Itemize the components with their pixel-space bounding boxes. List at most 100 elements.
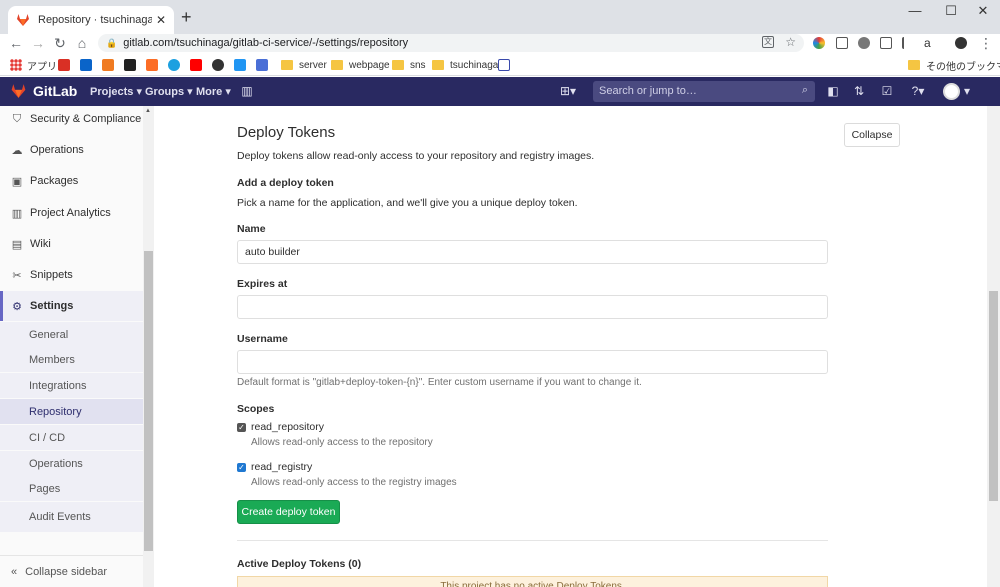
bookmark-folder-other[interactable]: その他のブックマーク <box>908 58 1000 73</box>
bookmarks-bar: アプリ server webpage sns tsuchinaga その他のブッ… <box>0 54 1000 76</box>
back-button[interactable]: ← <box>8 35 24 51</box>
collapse-sidebar-label: Collapse sidebar <box>25 565 108 578</box>
collapse-button[interactable]: Collapse <box>844 123 900 147</box>
bookmark-folder-sns[interactable]: sns <box>392 58 426 72</box>
browser-menu-icon[interactable]: ⋮ <box>978 35 994 51</box>
collapse-sidebar-button[interactable]: « Collapse sidebar <box>0 555 143 587</box>
c-bookmark-icon[interactable] <box>498 59 510 71</box>
image-site-icon[interactable] <box>124 59 136 71</box>
page-scrollbar[interactable] <box>987 106 1000 587</box>
bookmark-label: webpage <box>349 59 390 71</box>
user-avatar[interactable] <box>943 83 960 100</box>
sidebar-subitem-integrations[interactable]: Integrations <box>0 373 143 398</box>
extension-icon[interactable] <box>880 37 892 49</box>
home-button[interactable]: ⌂ <box>74 35 90 51</box>
bookmark-folder-server[interactable]: server <box>281 58 327 72</box>
sidebar-subitem-operations[interactable]: Operations <box>0 451 143 476</box>
sidebar-subitem-members[interactable]: Members <box>0 347 143 372</box>
nav-groups[interactable]: Groups ▾ <box>145 85 193 98</box>
color-picker-extension-icon[interactable] <box>813 37 825 49</box>
gitlab-home-link[interactable]: GitLab <box>10 83 77 99</box>
create-deploy-token-button[interactable]: Create deploy token <box>237 500 340 524</box>
youtube-icon[interactable] <box>190 59 202 71</box>
sidebar-item-wiki[interactable]: ▤ Wiki <box>0 229 143 259</box>
sidebar-scroll-thumb[interactable] <box>144 251 153 551</box>
name-field[interactable]: auto builder <box>237 240 828 264</box>
sidebar-subitem-general[interactable]: General <box>0 322 143 347</box>
read-registry-checkbox[interactable]: ✓ <box>237 463 246 472</box>
bookmark-apps[interactable]: アプリ <box>10 58 57 73</box>
read-repository-checkbox[interactable]: ✓ <box>237 423 246 432</box>
issues-panel-icon[interactable]: ◧ <box>825 84 841 98</box>
help-icon[interactable]: ?▾ <box>906 84 930 98</box>
sidebar-item-label: Project Analytics <box>30 207 111 219</box>
window-close-button[interactable]: ✕ <box>968 3 998 19</box>
sidebar-item-settings[interactable]: ⚙ Settings <box>0 291 143 321</box>
name-label: Name <box>237 223 266 235</box>
no-tokens-alert: This project has no active Deploy Tokens… <box>237 576 828 587</box>
double-chevron-left-icon: « <box>11 565 18 578</box>
search-placeholder: Search or jump to… <box>599 85 697 97</box>
active-tokens-title: Active Deploy Tokens (0) <box>237 558 362 570</box>
infinity-icon[interactable] <box>234 59 246 71</box>
extension-icon[interactable] <box>858 37 870 49</box>
bookmark-folder-tsuchinaga[interactable]: tsuchinaga <box>432 58 498 72</box>
sidebar-subitem-repository[interactable]: Repository <box>0 399 143 424</box>
sidebar-subitem-audit-events[interactable]: Audit Events <box>0 502 143 532</box>
sidebar-subitem-pages[interactable]: Pages <box>0 476 143 501</box>
username-field[interactable] <box>237 350 828 374</box>
bookmark-label: アプリ <box>27 61 57 73</box>
search-input[interactable]: Search or jump to… ⌕ <box>593 81 815 102</box>
map-pin-icon[interactable] <box>168 59 180 71</box>
tab-close-icon[interactable]: ✕ <box>156 13 166 27</box>
outlook-icon[interactable] <box>80 59 92 71</box>
minimize-button[interactable]: — <box>900 3 930 18</box>
sidebar-item-operations[interactable]: ☁ Operations <box>0 135 143 165</box>
sidebar-scrollbar[interactable]: ▲ <box>143 106 154 587</box>
add-token-title: Add a deploy token <box>237 177 334 189</box>
new-tab-button[interactable]: + <box>181 8 192 26</box>
sidebar-subitem-cicd[interactable]: CI / CD <box>0 425 143 450</box>
new-item-plus-icon[interactable]: ⊞▾ <box>557 84 579 98</box>
gitlab-bookmark-icon[interactable] <box>146 59 158 71</box>
chevron-down-icon[interactable]: ▾ <box>959 84 975 98</box>
translate-bookmark-icon[interactable] <box>256 59 268 71</box>
address-bar[interactable]: 🔒 gitlab.com/tsuchinaga/gitlab-ci-servic… <box>98 34 804 52</box>
sidebar-item-analytics[interactable]: ▥ Project Analytics <box>0 198 143 228</box>
scissors-icon: ✂ <box>12 269 22 282</box>
merge-requests-icon[interactable]: ⇅ <box>851 84 867 98</box>
sidebar-item-label: Wiki <box>30 238 51 250</box>
scroll-up-icon[interactable]: ▲ <box>145 108 151 114</box>
translate-icon[interactable]: 文 <box>762 36 774 48</box>
activity-chart-icon[interactable]: ▥ <box>239 84 255 98</box>
people-icon[interactable] <box>102 59 114 71</box>
sidebar-item-packages[interactable]: ▣ Packages <box>0 166 143 196</box>
sidebar-item-snippets[interactable]: ✂ Snippets <box>0 260 143 290</box>
username-hint: Default format is "gitlab+deploy-token-{… <box>237 377 642 388</box>
sidebar-item-label: Operations <box>30 144 84 156</box>
reload-button[interactable]: ↻ <box>52 35 68 51</box>
main-content: Deploy Tokens Deploy tokens allow read-o… <box>155 106 987 587</box>
bookmark-folder-webpage[interactable]: webpage <box>331 58 390 72</box>
sidebar-item-security[interactable]: ⛉ Security & Compliance <box>0 104 143 134</box>
bookmark-star-icon[interactable]: ☆ <box>785 35 796 49</box>
browser-toolbar: ← → ↻ ⌂ 🔒 gitlab.com/tsuchinaga/gitlab-c… <box>0 34 1000 54</box>
profile-avatar-icon[interactable] <box>955 37 967 49</box>
todos-icon[interactable]: ☑ <box>879 84 895 98</box>
nav-projects[interactable]: Projects ▾ <box>90 85 142 98</box>
amazon-extension-icon[interactable]: a <box>924 37 936 49</box>
globe-icon[interactable] <box>212 59 224 71</box>
forward-button[interactable]: → <box>30 35 46 51</box>
folder-icon <box>908 60 920 70</box>
gmail-icon[interactable] <box>58 59 70 71</box>
maximize-button[interactable]: ☐ <box>936 3 966 19</box>
page-scroll-thumb[interactable] <box>989 291 998 501</box>
read-repository-description: Allows read-only access to the repositor… <box>251 437 433 448</box>
expires-at-field[interactable] <box>237 295 828 319</box>
cursor-extension-icon[interactable] <box>902 37 914 49</box>
gitlab-brand: GitLab <box>33 83 78 99</box>
extension-icon[interactable] <box>836 37 848 49</box>
browser-tab[interactable]: Repository · tsuchinaga / gitlab-c ✕ <box>8 6 174 34</box>
nav-more[interactable]: More ▾ <box>196 85 231 98</box>
search-icon: ⌕ <box>801 84 808 96</box>
